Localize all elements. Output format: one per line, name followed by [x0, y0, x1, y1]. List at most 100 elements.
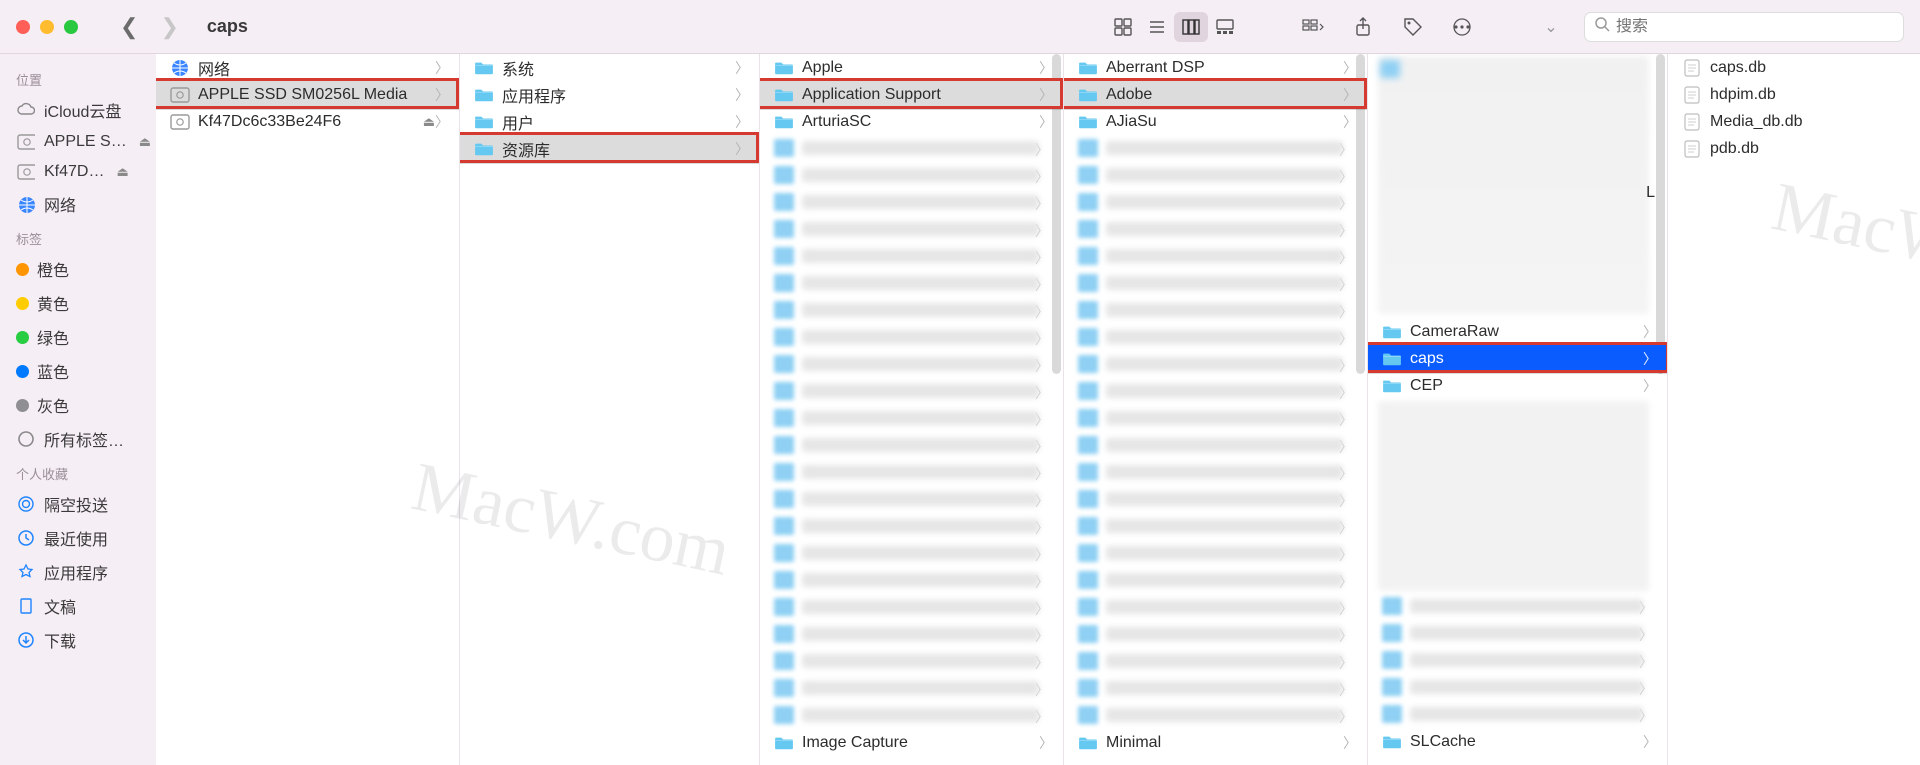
browser-row[interactable]: Aberrant DSP 〉 [1064, 54, 1367, 81]
redacted-row: 〉 [1376, 674, 1663, 701]
row-label: 应用程序 [502, 83, 735, 107]
sidebar-location-item[interactable]: 网络 [0, 187, 156, 221]
row-label: CEP [1410, 377, 1643, 395]
sidebar-favorite-item[interactable]: 文稿 [0, 589, 156, 623]
search-field[interactable] [1584, 12, 1904, 42]
eject-icon[interactable]: ⏏ [116, 164, 128, 180]
browser-row[interactable]: CEP 〉 [1368, 372, 1667, 399]
minimize-window-button[interactable] [40, 20, 54, 34]
view-icon-mode[interactable] [1106, 12, 1140, 42]
browser-row[interactable]: Application Support 〉 [760, 81, 1063, 108]
chevron-right-icon: 〉 [1039, 85, 1053, 105]
row-label: Image Capture [802, 734, 1039, 752]
redacted-row: 〉 [768, 675, 1059, 702]
browser-row[interactable]: pdb.db [1668, 135, 1920, 162]
view-column-mode[interactable] [1174, 12, 1208, 42]
browser-row[interactable]: 应用程序 〉 [460, 81, 759, 108]
sidebar-section-locations: 位置 [0, 62, 156, 93]
folder-icon [1078, 734, 1098, 752]
browser-row[interactable]: Kf47Dc6c33Be24F6 ⏏ 〉 [156, 108, 459, 135]
column-3[interactable]: Apple 〉 Application Support 〉 ArturiaSC … [760, 54, 1064, 765]
sidebar-tag-item[interactable]: 黄色 [0, 286, 156, 320]
column-browser: 网络 〉 APPLE SSD SM0256L Media 〉 Kf47Dc6c3… [156, 54, 1920, 765]
chevron-right-icon: 〉 [1343, 58, 1357, 78]
dropdown-chevron[interactable]: ⌄ [1534, 12, 1568, 42]
redacted-row: 〉 [768, 594, 1059, 621]
browser-row[interactable]: 系统 〉 [460, 54, 759, 81]
group-by-button[interactable] [1296, 12, 1330, 42]
eject-icon[interactable]: ⏏ [139, 134, 151, 150]
browser-row[interactable]: APPLE SSD SM0256L Media 〉 [156, 81, 459, 108]
browser-row[interactable]: Media_db.db [1668, 108, 1920, 135]
redacted-row: 〉 [1072, 486, 1363, 513]
browser-row[interactable]: hdpim.db [1668, 81, 1920, 108]
browser-row[interactable]: SLCache 〉 [1368, 728, 1667, 755]
redacted-row: 〉 [1072, 405, 1363, 432]
db-icon [1682, 113, 1702, 131]
redacted-row: 〉 [768, 459, 1059, 486]
chevron-right-icon: 〉 [435, 112, 449, 132]
row-label: Kf47Dc6c33Be24F6 [198, 113, 419, 131]
redacted-row: 〉 [768, 378, 1059, 405]
redacted-row: 〉 [768, 270, 1059, 297]
back-button[interactable]: ❮ [120, 14, 138, 40]
browser-row[interactable]: Image Capture 〉 [760, 729, 1063, 756]
sidebar-item-label: 下载 [44, 628, 76, 652]
browser-row[interactable]: CameraRaw 〉 [1368, 318, 1667, 345]
redacted-row: 〉 [768, 567, 1059, 594]
sidebar-tag-item[interactable]: 绿色 [0, 320, 156, 354]
browser-row[interactable]: caps 〉 [1368, 345, 1667, 372]
close-window-button[interactable] [16, 20, 30, 34]
browser-row[interactable]: Minimal 〉 [1064, 729, 1367, 756]
disk-icon [16, 162, 36, 182]
zoom-window-button[interactable] [64, 20, 78, 34]
column-1[interactable]: 网络 〉 APPLE SSD SM0256L Media 〉 Kf47Dc6c3… [156, 54, 460, 765]
redacted-row: 〉 [768, 216, 1059, 243]
browser-row[interactable]: caps.db [1668, 54, 1920, 81]
sidebar-favorite-item[interactable]: 最近使用 [0, 521, 156, 555]
row-label: caps.db [1710, 59, 1910, 77]
sidebar-location-item[interactable]: Kf47D… ⏏ [0, 157, 156, 187]
sidebar-item-label: 应用程序 [44, 560, 108, 584]
sidebar-tag-item[interactable]: 橙色 [0, 252, 156, 286]
redacted-row: 〉 [1376, 701, 1663, 728]
sidebar-tag-item[interactable]: 蓝色 [0, 354, 156, 388]
share-button[interactable] [1346, 12, 1380, 42]
chevron-right-icon: 〉 [1643, 349, 1657, 369]
redacted-row: 〉 [1376, 593, 1663, 620]
browser-row[interactable]: Apple 〉 [760, 54, 1063, 81]
sidebar-favorite-item[interactable]: 隔空投送 [0, 487, 156, 521]
sidebar-favorite-item[interactable]: 下载 [0, 623, 156, 657]
sidebar-tag-item[interactable]: 灰色 [0, 388, 156, 422]
action-button[interactable] [1446, 12, 1480, 42]
sidebar-item-label: 绿色 [37, 325, 69, 349]
forward-button[interactable]: ❯ [160, 14, 178, 40]
view-gallery-mode[interactable] [1208, 12, 1242, 42]
column-2[interactable]: 系统 〉 应用程序 〉 用户 〉 资源库 〉 [460, 54, 760, 765]
sidebar-location-item[interactable]: APPLE S… ⏏ [0, 127, 156, 157]
eject-icon[interactable]: ⏏ [423, 114, 435, 130]
column-6[interactable]: caps.db hdpim.db Media_db.db pdb.db [1668, 54, 1920, 765]
search-input[interactable] [1616, 18, 1893, 36]
browser-row[interactable]: Adobe 〉 [1064, 81, 1367, 108]
view-list-mode[interactable] [1140, 12, 1174, 42]
sidebar-item-label: 黄色 [37, 291, 69, 315]
browser-row[interactable]: 网络 〉 [156, 54, 459, 81]
browser-row[interactable]: 资源库 〉 [460, 135, 759, 162]
row-label: hdpim.db [1710, 86, 1910, 104]
sidebar-tag-item[interactable]: 所有标签… [0, 422, 156, 456]
browser-row[interactable]: AJiaSu 〉 [1064, 108, 1367, 135]
column-4[interactable]: Aberrant DSP 〉 Adobe 〉 AJiaSu 〉 〉〉〉〉〉〉〉〉… [1064, 54, 1368, 765]
browser-row[interactable]: 用户 〉 [460, 108, 759, 135]
redacted-row: 〉 [1072, 648, 1363, 675]
column-5[interactable]: L CameraRaw 〉 caps 〉 CEP 〉 〉〉〉〉〉 SLCache… [1368, 54, 1668, 765]
tags-button[interactable] [1396, 12, 1430, 42]
redacted-row: 〉 [1376, 647, 1663, 674]
chevron-right-icon: 〉 [735, 85, 749, 105]
titlebar: ❮ ❯ caps ⌄ [0, 0, 1920, 54]
folder-icon [1382, 377, 1402, 395]
sidebar-location-item[interactable]: iCloud云盘 [0, 93, 156, 127]
sidebar-favorite-item[interactable]: 应用程序 [0, 555, 156, 589]
browser-row[interactable]: ArturiaSC 〉 [760, 108, 1063, 135]
redacted-row: 〉 [768, 540, 1059, 567]
